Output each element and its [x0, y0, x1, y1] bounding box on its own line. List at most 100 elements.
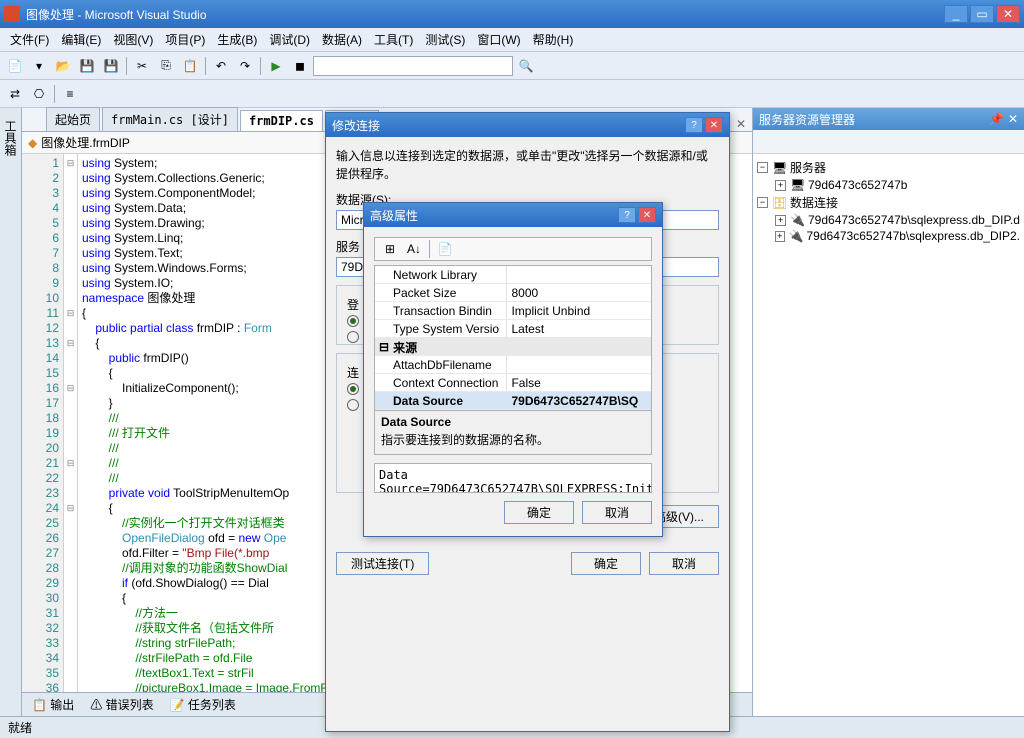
dialog-title: 修改连接 [332, 117, 683, 134]
help-button[interactable]: ? [685, 117, 703, 133]
fold-column[interactable]: ⊟⊟⊟⊟⊟⊟ [64, 154, 78, 692]
left-tool-strip: 工具箱CSS 属性管理样式 [0, 108, 22, 716]
redo-icon[interactable]: ↷ [234, 55, 256, 77]
property-row[interactable]: AttachDbFilename [375, 356, 651, 374]
tree-servers-root[interactable]: − 🖥 服务器 [757, 158, 1020, 177]
maximize-button[interactable]: ▭ [970, 5, 994, 23]
tb2-icon[interactable]: ⇄ [4, 83, 26, 105]
breadcrumb-text: 图像处理.frmDIP [41, 134, 130, 151]
test-connection-button[interactable]: 测试连接(T) [336, 552, 429, 575]
copy-icon[interactable]: ⎘ [155, 55, 177, 77]
find-icon[interactable]: 🔍 [515, 55, 537, 77]
window-title-bar: 图像处理 - Microsoft Visual Studio _ ▭ ✕ [0, 0, 1024, 28]
new-project-icon[interactable]: 📄 [4, 55, 26, 77]
class-icon: ◆ [28, 136, 37, 150]
menu-item[interactable]: 调试(D) [263, 31, 316, 48]
menu-bar: 文件(F)编辑(E)视图(V)项目(P)生成(B)调试(D)数据(A)工具(T)… [0, 28, 1024, 52]
help-button[interactable]: ? [618, 207, 636, 223]
server-explorer-panel: 服务器资源管理器 📌 ✕ − 🖥 服务器 + 🖥 79d6473c652747b… [752, 108, 1024, 716]
app-icon [4, 6, 20, 22]
server-explorer-title: 服务器资源管理器 📌 ✕ [753, 108, 1024, 130]
add-item-icon[interactable]: ▾ [28, 55, 50, 77]
open-icon[interactable]: 📂 [52, 55, 74, 77]
tb2-icon3[interactable]: ≡ [59, 83, 81, 105]
menu-item[interactable]: 窗口(W) [471, 31, 526, 48]
server-explorer-toolbar [753, 130, 1024, 154]
collapse-icon[interactable]: − [757, 197, 768, 208]
pin-icon[interactable]: 📌 [989, 112, 1004, 126]
status-text: 就绪 [8, 719, 32, 736]
close-tab-icon[interactable]: ✕ [730, 117, 752, 131]
dialog-title: 高级属性 [370, 207, 616, 224]
menu-item[interactable]: 帮助(H) [527, 31, 580, 48]
cancel-button[interactable]: 取消 [582, 501, 652, 524]
db-icon: 🗄 [772, 196, 786, 210]
menu-item[interactable]: 测试(S) [419, 31, 471, 48]
file-tab[interactable]: frmMain.cs [设计] [102, 107, 238, 131]
db-conn-icon: 🔌 [789, 229, 803, 243]
bottom-tab[interactable]: 📝 任务列表 [164, 694, 242, 715]
menu-item[interactable]: 项目(P) [159, 31, 211, 48]
db-conn-icon: 🔌 [790, 213, 804, 227]
expand-icon[interactable]: + [775, 180, 786, 191]
cut-icon[interactable]: ✂ [131, 55, 153, 77]
tb2-icon2[interactable]: ⎔ [28, 83, 50, 105]
toolbar-2: ⇄ ⎔ ≡ [0, 80, 1024, 108]
tree-connection-node[interactable]: + 🔌 79d6473c652747b\sqlexpress.db_DIP.d [757, 212, 1020, 228]
file-tab[interactable]: frmDIP.cs [240, 110, 323, 131]
menu-item[interactable]: 数据(A) [316, 31, 368, 48]
dialog-description: 输入信息以连接到选定的数据源，或单击"更改"选择另一个数据源和/或提供程序。 [336, 147, 719, 183]
categorized-icon[interactable]: ⊞ [379, 238, 401, 260]
ok-button[interactable]: 确定 [571, 552, 641, 575]
collapse-icon[interactable]: − [757, 162, 768, 173]
paste-icon[interactable]: 📋 [179, 55, 201, 77]
property-description: Data Source 指示要连接到的数据源的名称。 [374, 411, 652, 455]
bottom-tab[interactable]: ⚠ 错误列表 [84, 694, 159, 715]
stop-debug-icon[interactable]: ◼ [289, 55, 311, 77]
dialog-title-bar[interactable]: 修改连接 ? ✕ [326, 113, 729, 137]
menu-item[interactable]: 文件(F) [4, 31, 55, 48]
close-button[interactable]: ✕ [638, 207, 656, 223]
left-dock-tab[interactable]: 工具箱 [0, 116, 21, 716]
property-row[interactable]: Type System VersioLatest [375, 320, 651, 338]
expand-icon[interactable]: + [775, 215, 786, 226]
property-category[interactable]: ⊟ 来源 [375, 338, 651, 356]
menu-item[interactable]: 视图(V) [107, 31, 159, 48]
property-row[interactable]: Data Source79D6473C652747B\SQ [375, 392, 651, 410]
start-debug-icon[interactable]: ▶ [265, 55, 287, 77]
minimize-button[interactable]: _ [944, 5, 968, 23]
toolbar-1: 📄 ▾ 📂 💾 💾 ✂ ⎘ 📋 ↶ ↷ ▶ ◼ 🔍 [0, 52, 1024, 80]
save-icon[interactable]: 💾 [76, 55, 98, 77]
property-row[interactable]: Context ConnectionFalse [375, 374, 651, 392]
close-button[interactable]: ✕ [705, 117, 723, 133]
server-tree[interactable]: − 🖥 服务器 + 🖥 79d6473c652747b − 🗄 数据连接 + 🔌… [753, 154, 1024, 716]
panel-close-icon[interactable]: ✕ [1008, 112, 1018, 126]
menu-item[interactable]: 工具(T) [368, 31, 419, 48]
dialog-title-bar[interactable]: 高级属性 ? ✕ [364, 203, 662, 227]
undo-icon[interactable]: ↶ [210, 55, 232, 77]
tree-connection-node[interactable]: + 🔌 79d6473c652747b\sqlexpress.db_DIP2. [757, 228, 1020, 244]
menu-item[interactable]: 编辑(E) [55, 31, 107, 48]
server-icon: 🖥 [772, 161, 786, 175]
tree-server-node[interactable]: + 🖥 79d6473c652747b [757, 177, 1020, 193]
ok-button[interactable]: 确定 [504, 501, 574, 524]
property-toolbar: ⊞ A↓ 📄 [374, 237, 652, 261]
menu-item[interactable]: 生成(B) [211, 31, 263, 48]
property-row[interactable]: Transaction BindinImplicit Unbind [375, 302, 651, 320]
property-grid[interactable]: Network LibraryPacket Size8000Transactio… [374, 265, 652, 411]
tree-connections-root[interactable]: − 🗄 数据连接 [757, 193, 1020, 212]
bottom-tab[interactable]: 📋 输出 [26, 694, 80, 715]
connection-string-display: Data Source=79D6473C652747B\SQLEXPRESS;I… [374, 463, 652, 493]
file-tab[interactable]: 起始页 [46, 107, 100, 131]
window-title: 图像处理 - Microsoft Visual Studio [26, 6, 942, 23]
property-row[interactable]: Packet Size8000 [375, 284, 651, 302]
property-row[interactable]: Network Library [375, 266, 651, 284]
save-all-icon[interactable]: 💾 [100, 55, 122, 77]
line-number-gutter: 1234567891011121314151617181920212223242… [22, 154, 64, 692]
config-dropdown[interactable] [313, 56, 513, 76]
close-button[interactable]: ✕ [996, 5, 1020, 23]
cancel-button[interactable]: 取消 [649, 552, 719, 575]
alphabetical-icon[interactable]: A↓ [403, 238, 425, 260]
prop-page-icon[interactable]: 📄 [434, 238, 456, 260]
expand-icon[interactable]: + [775, 231, 785, 242]
